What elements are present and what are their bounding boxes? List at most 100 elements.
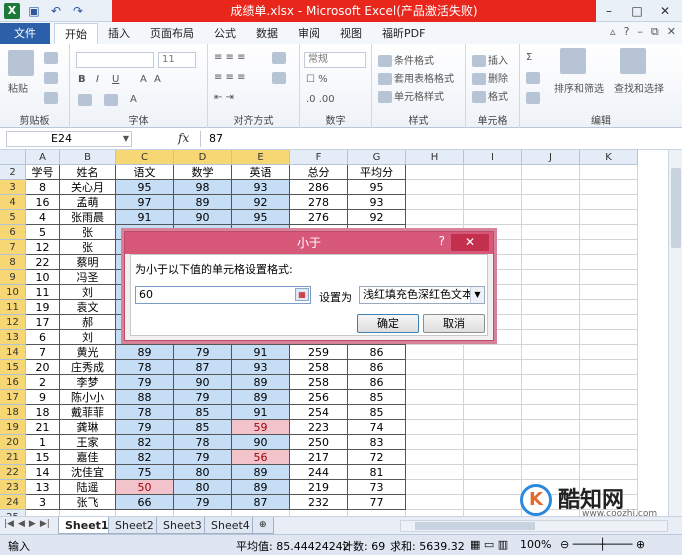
zoom-level[interactable]: 100% [520, 538, 551, 551]
cell[interactable] [580, 465, 638, 480]
cell[interactable]: 7 [26, 345, 60, 360]
row-header[interactable]: 14 [0, 345, 26, 360]
cell[interactable] [464, 420, 522, 435]
cell[interactable] [580, 405, 638, 420]
tab-home[interactable]: 开始 [54, 23, 98, 44]
cell[interactable]: 90 [232, 435, 290, 450]
find-select-button[interactable] [620, 48, 648, 74]
row-header[interactable]: 20 [0, 435, 26, 450]
cell[interactable]: 97 [116, 195, 174, 210]
tab-file[interactable]: 文件 [0, 23, 50, 44]
cell[interactable]: 82 [116, 435, 174, 450]
cell[interactable] [522, 255, 580, 270]
cell[interactable]: 85 [348, 405, 406, 420]
cell[interactable]: 258 [290, 360, 348, 375]
select-all-corner[interactable] [0, 150, 26, 165]
font-color-icon[interactable]: A [130, 94, 137, 105]
cell[interactable] [464, 480, 522, 495]
cell[interactable] [464, 165, 522, 180]
ok-button[interactable]: 确定 [357, 314, 419, 333]
cell[interactable]: 259 [290, 345, 348, 360]
cell[interactable]: 郝 [60, 315, 116, 330]
row-header[interactable]: 12 [0, 315, 26, 330]
row-header[interactable]: 23 [0, 480, 26, 495]
format-as-table-button[interactable]: 套用表格格式 [378, 70, 454, 85]
cell[interactable]: 20 [26, 360, 60, 375]
name-box-dropdown-icon[interactable]: ▼ [123, 132, 129, 146]
cell[interactable]: 85 [174, 420, 232, 435]
cell[interactable]: 沈佳宜 [60, 465, 116, 480]
cell[interactable]: 22 [26, 255, 60, 270]
font-size-combo[interactable]: 11 [158, 52, 196, 68]
cell[interactable]: 95 [116, 180, 174, 195]
row-header[interactable]: 10 [0, 285, 26, 300]
cell[interactable]: 平均分 [348, 165, 406, 180]
cell[interactable] [522, 435, 580, 450]
cell[interactable] [580, 255, 638, 270]
cell[interactable]: 袁文 [60, 300, 116, 315]
row-header[interactable]: 18 [0, 405, 26, 420]
insert-sheet-icon[interactable]: ⊕ [252, 517, 274, 534]
cell[interactable]: 219 [290, 480, 348, 495]
row-header[interactable]: 2 [0, 165, 26, 180]
threshold-input[interactable]: 60 [135, 286, 311, 304]
tab-formulas[interactable]: 公式 [204, 23, 246, 44]
cell[interactable] [522, 375, 580, 390]
insert-cells-button[interactable]: 插入 [472, 52, 508, 67]
doc-restore-icon[interactable]: ⧉ [651, 25, 659, 39]
cell[interactable]: 223 [290, 420, 348, 435]
cell[interactable]: 9 [26, 390, 60, 405]
cell[interactable]: 87 [232, 495, 290, 510]
maximize-icon[interactable]: □ [624, 2, 650, 20]
cell[interactable] [522, 285, 580, 300]
cell[interactable]: 85 [174, 405, 232, 420]
cell[interactable] [464, 210, 522, 225]
cell[interactable]: 276 [290, 210, 348, 225]
cell[interactable]: 12 [26, 240, 60, 255]
cell[interactable]: 6 [26, 330, 60, 345]
row-header[interactable]: 6 [0, 225, 26, 240]
ribbon-collapse-icon[interactable]: ▵ [610, 25, 616, 39]
sort-filter-button[interactable] [560, 48, 588, 74]
cell[interactable]: 17 [26, 315, 60, 330]
cell[interactable]: 286 [290, 180, 348, 195]
cell[interactable] [522, 360, 580, 375]
cell[interactable] [464, 495, 522, 510]
cell[interactable] [522, 300, 580, 315]
cell[interactable] [406, 195, 464, 210]
cell[interactable]: 冯圣 [60, 270, 116, 285]
column-header-d[interactable]: D [174, 150, 232, 165]
cell[interactable]: 77 [348, 495, 406, 510]
cell[interactable]: 10 [26, 270, 60, 285]
row-header[interactable]: 7 [0, 240, 26, 255]
minimize-icon[interactable]: – [596, 2, 622, 20]
cell[interactable]: 14 [26, 465, 60, 480]
cell[interactable] [580, 345, 638, 360]
row-header[interactable]: 21 [0, 450, 26, 465]
row-header[interactable]: 5 [0, 210, 26, 225]
cell[interactable] [464, 405, 522, 420]
cell[interactable] [406, 420, 464, 435]
cell[interactable]: 86 [348, 360, 406, 375]
cell[interactable] [406, 495, 464, 510]
cell[interactable] [522, 240, 580, 255]
cell[interactable]: 3 [26, 495, 60, 510]
cell[interactable]: 258 [290, 375, 348, 390]
cell[interactable]: 79 [116, 375, 174, 390]
next-sheet-icon[interactable]: ▶ [29, 519, 36, 529]
cell[interactable] [522, 345, 580, 360]
range-picker-icon[interactable]: ▦ [295, 288, 309, 301]
sheet-tab-3[interactable]: Sheet3 [156, 517, 209, 534]
column-header-j[interactable]: J [522, 150, 580, 165]
cell[interactable] [580, 195, 638, 210]
tab-foxit-pdf[interactable]: 福昕PDF [372, 23, 435, 44]
cell[interactable]: 93 [232, 360, 290, 375]
cell[interactable]: 张雨晨 [60, 210, 116, 225]
last-sheet-icon[interactable]: ▶| [40, 519, 50, 529]
cell[interactable]: 78 [174, 435, 232, 450]
row-header[interactable]: 11 [0, 300, 26, 315]
dialog-help-icon[interactable]: ? [439, 234, 445, 248]
cell[interactable] [406, 375, 464, 390]
cell[interactable] [406, 405, 464, 420]
row-header[interactable]: 8 [0, 255, 26, 270]
